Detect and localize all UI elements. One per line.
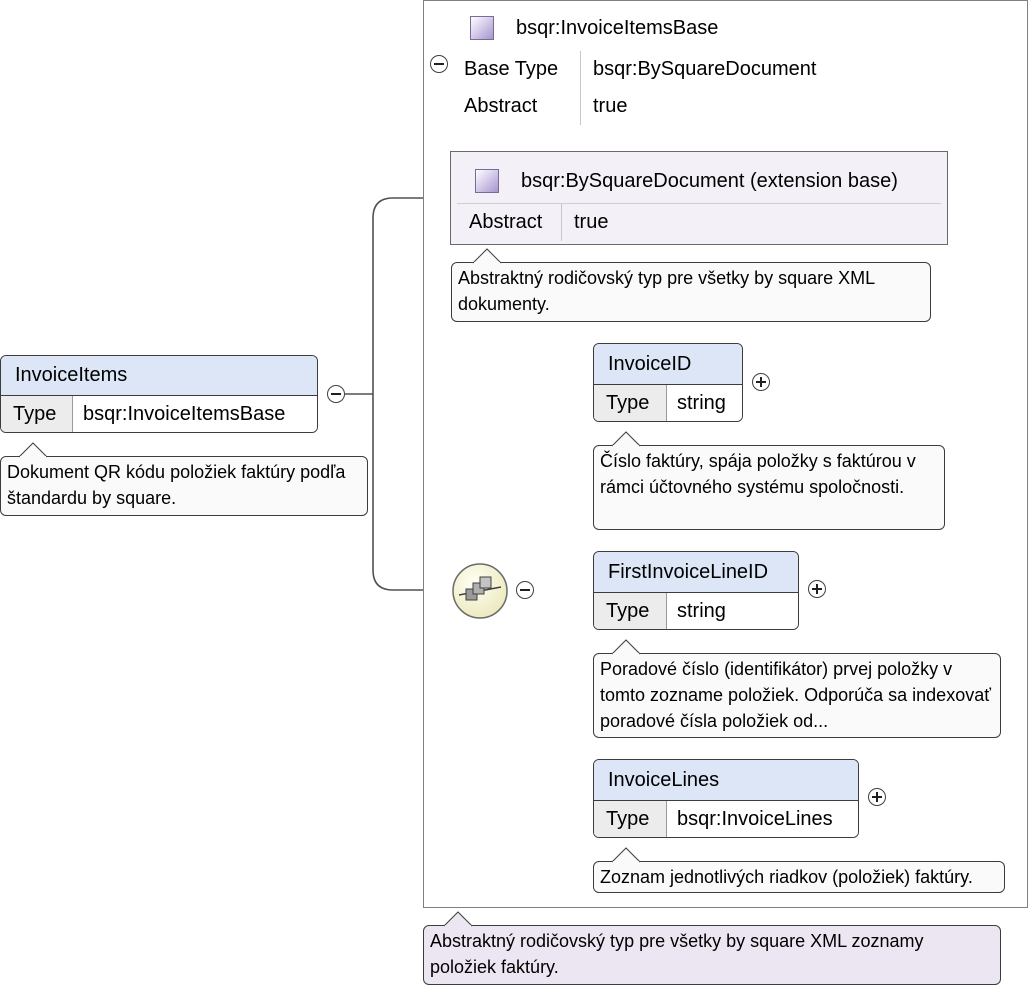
element-invoiceid[interactable]: InvoiceID Type string bbox=[593, 343, 743, 422]
firstinvoicelineid-annotation: Poradové číslo (identifikátor) prvej pol… bbox=[593, 653, 1001, 738]
type-value: bsqr:InvoiceItemsBase bbox=[83, 403, 286, 425]
prop-row: Base Type bsqr:BySquareDocument bbox=[452, 51, 816, 88]
collapse-sequence-icon[interactable] bbox=[516, 581, 534, 599]
extension-base-props: Abstract true bbox=[457, 204, 608, 241]
expand-invoiceid-icon[interactable] bbox=[752, 373, 770, 391]
element-invoicelines[interactable]: InvoiceLines Type bsqr:InvoiceLines bbox=[593, 759, 859, 838]
prop-value: bsqr:BySquareDocument bbox=[593, 58, 817, 80]
element-name: InvoiceID bbox=[594, 344, 742, 385]
collapse-root-icon[interactable] bbox=[327, 385, 345, 403]
extension-base-annotation: Abstraktný rodičovský typ pre všetky by … bbox=[451, 262, 931, 322]
prop-value: true bbox=[593, 95, 628, 117]
invoiceid-annotation: Číslo faktúry, spája položky s faktúrou … bbox=[593, 445, 945, 530]
type-value: string bbox=[677, 392, 726, 414]
element-name: InvoiceLines bbox=[594, 760, 858, 801]
base-type-header: bsqr:InvoiceItemsBase bbox=[470, 14, 718, 42]
invoicelines-annotation: Zoznam jednotlivých riadkov (položiek) f… bbox=[593, 861, 1005, 893]
sequence-compositor-icon[interactable] bbox=[451, 562, 509, 620]
extension-base-box[interactable]: bsqr:BySquareDocument (extension base) A… bbox=[450, 151, 948, 245]
root-annotation: Dokument QR kódu položiek faktúry podľa … bbox=[0, 456, 368, 516]
complex-type-icon bbox=[470, 16, 494, 40]
type-label: Type bbox=[594, 801, 667, 837]
extension-base-header: bsqr:BySquareDocument (extension base) bbox=[475, 168, 898, 194]
prop-value: true bbox=[574, 211, 609, 233]
prop-row: Abstract true bbox=[452, 88, 816, 125]
prop-key: Abstract bbox=[457, 204, 562, 241]
extension-base-name: bsqr:BySquareDocument (extension base) bbox=[521, 169, 898, 192]
type-row: Type bsqr:InvoiceItemsBase bbox=[1, 396, 317, 432]
type-value: bsqr:InvoiceLines bbox=[677, 808, 833, 830]
element-name: FirstInvoiceLineID bbox=[594, 552, 798, 593]
type-row: Type bsqr:InvoiceLines bbox=[594, 801, 858, 837]
type-label: Type bbox=[1, 396, 73, 432]
complex-type-icon bbox=[475, 169, 499, 193]
base-type-props: Base Type bsqr:BySquareDocument Abstract… bbox=[452, 51, 816, 125]
type-row: Type string bbox=[594, 385, 742, 421]
type-value: string bbox=[677, 600, 726, 622]
element-firstinvoicelineid[interactable]: FirstInvoiceLineID Type string bbox=[593, 551, 799, 630]
prop-key: Base Type bbox=[452, 51, 581, 88]
collapse-type-icon[interactable] bbox=[430, 55, 448, 73]
type-label: Type bbox=[594, 385, 667, 421]
type-annotation: Abstraktný rodičovský typ pre všetky by … bbox=[423, 925, 1001, 985]
root-element-invoiceitems[interactable]: InvoiceItems Type bsqr:InvoiceItemsBase bbox=[0, 355, 318, 433]
prop-key: Abstract bbox=[452, 88, 581, 125]
root-element-name: InvoiceItems bbox=[1, 356, 317, 396]
expand-firstinvoicelineid-icon[interactable] bbox=[808, 580, 826, 598]
base-type-name: bsqr:InvoiceItemsBase bbox=[516, 16, 719, 39]
type-label: Type bbox=[594, 593, 667, 629]
type-row: Type string bbox=[594, 593, 798, 629]
prop-row: Abstract true bbox=[457, 204, 608, 241]
expand-invoicelines-icon[interactable] bbox=[868, 788, 886, 806]
